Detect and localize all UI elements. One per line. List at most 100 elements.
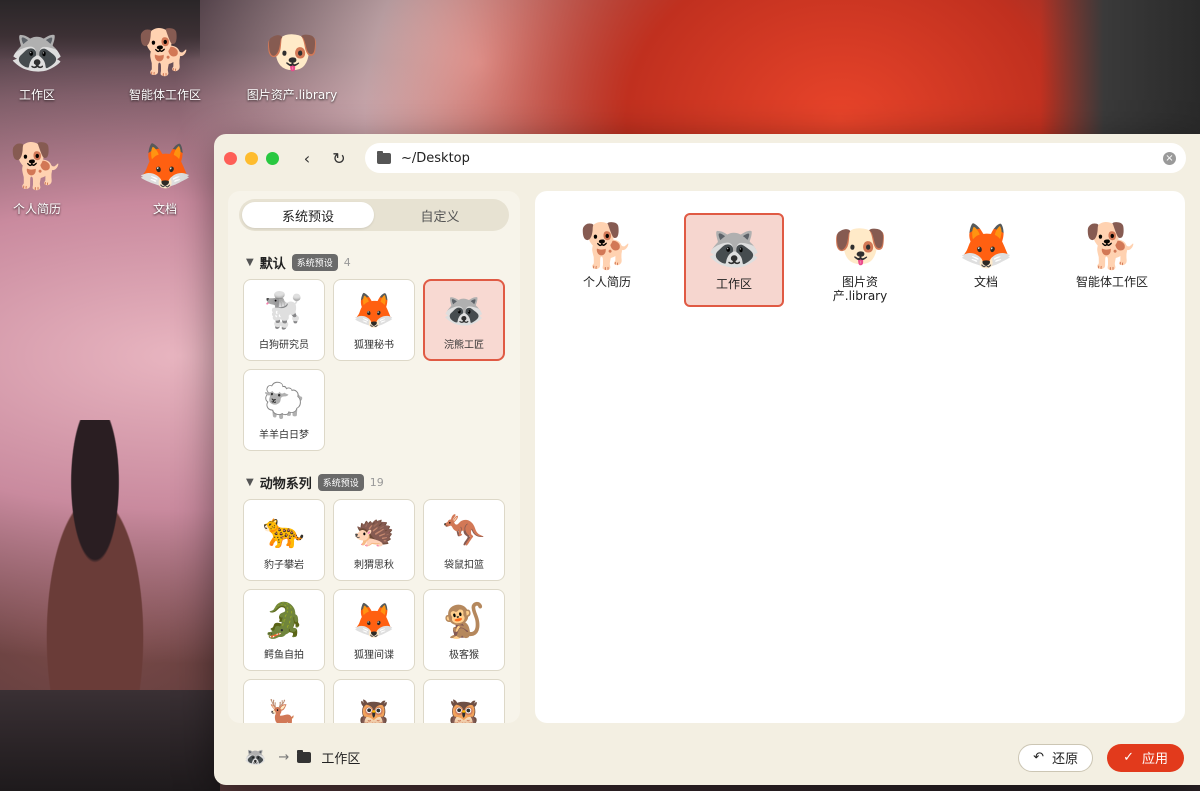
preset-card-label: 狐狸间谍 xyxy=(354,649,394,661)
preset-card-label: 袋鼠扣篮 xyxy=(444,559,484,571)
desktop-icon-label: 工作区 xyxy=(18,88,55,102)
file-name: 文档 xyxy=(973,275,998,289)
preset-card-label: 刺猬思秋 xyxy=(354,559,394,571)
deer-icon: 🦌 xyxy=(262,698,306,723)
animal-grid: 🐆 豹子攀岩 🦔 刺猬思秋 🦘 袋鼠扣篮 🐊 鳄鱼自拍 🦊 狐狸间谍 🐒 极客猴… xyxy=(228,499,520,723)
desktop-icon-documents[interactable]: 🦊 文档 xyxy=(110,134,220,217)
raccoon-source-icon: 🦝 xyxy=(244,747,267,768)
close-button[interactable] xyxy=(224,151,237,165)
preset-card[interactable]: 🦊 狐狸秘书 xyxy=(333,279,415,361)
path-field[interactable]: ~/Desktop × xyxy=(365,143,1186,173)
preset-card[interactable]: 🦉 xyxy=(423,679,505,723)
preset-card[interactable]: 🐩 白狗研究员 xyxy=(243,279,325,361)
fox-books-icon: 🦊 xyxy=(958,221,1014,272)
chevron-down-icon: ▼ xyxy=(246,256,254,268)
file-name: 图片资 产.library xyxy=(832,275,888,303)
preset-card-label: 豹子攀岩 xyxy=(264,559,304,571)
path-text: ~/Desktop xyxy=(401,150,470,166)
action-bar: 🦝 → 工作区 ↶ 还原 ✓ 应用 xyxy=(214,730,1200,785)
preset-card-selected[interactable]: 🦝 浣熊工匠 xyxy=(423,279,505,361)
desktop-icon-workspace[interactable]: 🦝 工作区 xyxy=(0,20,92,103)
desktop-icon-label: 个人简历 xyxy=(12,202,61,216)
file-preview-panel: 🐕 个人简历 🦝 工作区 🐶 图片资 产.library 🦊 文档 🐕 智能体工… xyxy=(535,191,1185,723)
file-item[interactable]: 🐕 智能体工作区 xyxy=(1062,213,1162,307)
fox-books-icon: 🦊 xyxy=(137,141,193,192)
minimize-button[interactable] xyxy=(245,151,258,165)
preset-card[interactable]: 🐆 豹子攀岩 xyxy=(243,499,325,581)
desktop-icon-agent-workspace[interactable]: 🐕 智能体工作区 xyxy=(110,20,220,103)
shiba-desk-icon: 🐕 xyxy=(9,141,65,192)
default-grid: 🐩 白狗研究员 🦊 狐狸秘书 🦝 浣熊工匠 🐑 羊羊白日梦 xyxy=(228,279,520,451)
wallpaper-figure xyxy=(20,420,170,730)
preset-card[interactable]: 🦘 袋鼠扣篮 xyxy=(423,499,505,581)
desktop-icon-label: 智能体工作区 xyxy=(128,88,201,102)
preset-card[interactable]: 🦔 刺猬思秋 xyxy=(333,499,415,581)
folder-icon xyxy=(297,750,312,763)
chevron-down-icon: ▼ xyxy=(246,476,254,488)
folder-icon xyxy=(377,150,391,164)
restore-button[interactable]: ↶ 还原 xyxy=(1018,743,1094,772)
preset-card[interactable]: 🐒 极客猴 xyxy=(423,589,505,671)
refresh-icon: ↻ xyxy=(332,148,346,168)
preset-card-label: 白狗研究员 xyxy=(259,339,309,351)
shiba-face-icon: 🐶 xyxy=(832,221,888,272)
preset-card-label: 狐狸秘书 xyxy=(354,339,394,351)
raccoon-workshop-icon: 🦝 xyxy=(706,223,762,274)
group-title: 动物系列 xyxy=(259,476,312,492)
preset-card[interactable]: 🐊 鳄鱼自拍 xyxy=(243,589,325,671)
preset-badge: 系统预设 xyxy=(291,253,338,271)
apply-label: 应用 xyxy=(1141,752,1168,767)
kangaroo-dunk-icon: 🦘 xyxy=(442,510,486,551)
wallpaper-ground xyxy=(0,690,220,791)
owl-icon: 🦉 xyxy=(352,698,396,723)
wallpaper-shadow xyxy=(1040,0,1200,140)
preset-card[interactable]: 🦊 狐狸间谍 xyxy=(333,589,415,671)
preset-card[interactable]: 🐑 羊羊白日梦 xyxy=(243,369,325,451)
title-bar: ‹ ↻ ~/Desktop × xyxy=(214,134,1200,182)
group-header-default[interactable]: ▼ 默认 系统预设 4 xyxy=(228,251,520,273)
leopard-climbing-icon: 🐆 xyxy=(262,510,306,551)
clear-path-button[interactable]: × xyxy=(1163,151,1176,165)
raccoon-workshop-icon: 🦝 xyxy=(9,27,65,78)
file-item[interactable]: 🦊 文档 xyxy=(936,213,1036,307)
file-item[interactable]: 🐶 图片资 产.library xyxy=(810,213,910,307)
restore-label: 还原 xyxy=(1052,752,1079,767)
file-name: 个人简历 xyxy=(582,275,631,289)
group-header-animals[interactable]: ▼ 动物系列 系统预设 19 xyxy=(228,471,520,493)
shiba-cheer-icon: 🐕 xyxy=(1084,221,1140,272)
file-name: 工作区 xyxy=(715,277,752,291)
fox-secretary-icon: 🦊 xyxy=(352,290,396,331)
icon-picker-window: ‹ ↻ ~/Desktop × 系统预设 自定义 ▼ 默认 系统预设 4 🐩 白… xyxy=(214,134,1200,785)
desktop-icon-label: 图片资产.library xyxy=(246,88,338,102)
chevron-left-icon: ‹ xyxy=(303,148,311,168)
preset-card-label: 浣熊工匠 xyxy=(444,339,484,351)
apply-button[interactable]: ✓ 应用 xyxy=(1107,743,1184,772)
zoom-button[interactable] xyxy=(266,151,279,165)
preset-badge: 系统预设 xyxy=(317,473,364,491)
group-title: 默认 xyxy=(259,256,286,272)
desktop-icon-label: 文档 xyxy=(152,202,177,216)
desktop-icon-resume[interactable]: 🐕 个人简历 xyxy=(0,134,92,217)
preset-card-label: 鳄鱼自拍 xyxy=(264,649,304,661)
preset-card-label: 极客猴 xyxy=(449,649,479,661)
group-count: 4 xyxy=(343,255,351,269)
preset-card-label: 羊羊白日梦 xyxy=(259,429,309,441)
preset-card[interactable]: 🦌 xyxy=(243,679,325,723)
tab-system-preset[interactable]: 系统预设 xyxy=(242,202,374,228)
back-button[interactable]: ‹ xyxy=(295,146,319,170)
group-count: 19 xyxy=(369,475,384,489)
target-folder-name: 工作区 xyxy=(321,752,361,767)
crocodile-selfie-icon: 🐊 xyxy=(262,600,306,641)
geek-monkey-icon: 🐒 xyxy=(442,600,486,641)
sheep-daydream-icon: 🐑 xyxy=(262,380,306,421)
file-item[interactable]: 🐕 个人简历 xyxy=(557,213,657,307)
owl-icon: 🦉 xyxy=(442,698,486,723)
tab-custom[interactable]: 自定义 xyxy=(374,202,506,228)
refresh-button[interactable]: ↻ xyxy=(327,146,351,170)
hedgehog-autumn-icon: 🦔 xyxy=(352,510,396,551)
file-name: 智能体工作区 xyxy=(1075,275,1148,289)
desktop-icon-image-library[interactable]: 🐶 图片资产.library xyxy=(237,20,347,103)
preset-tabs: 系统预设 自定义 xyxy=(239,199,509,231)
preset-card[interactable]: 🦉 xyxy=(333,679,415,723)
file-item-selected[interactable]: 🦝 工作区 xyxy=(684,213,784,307)
